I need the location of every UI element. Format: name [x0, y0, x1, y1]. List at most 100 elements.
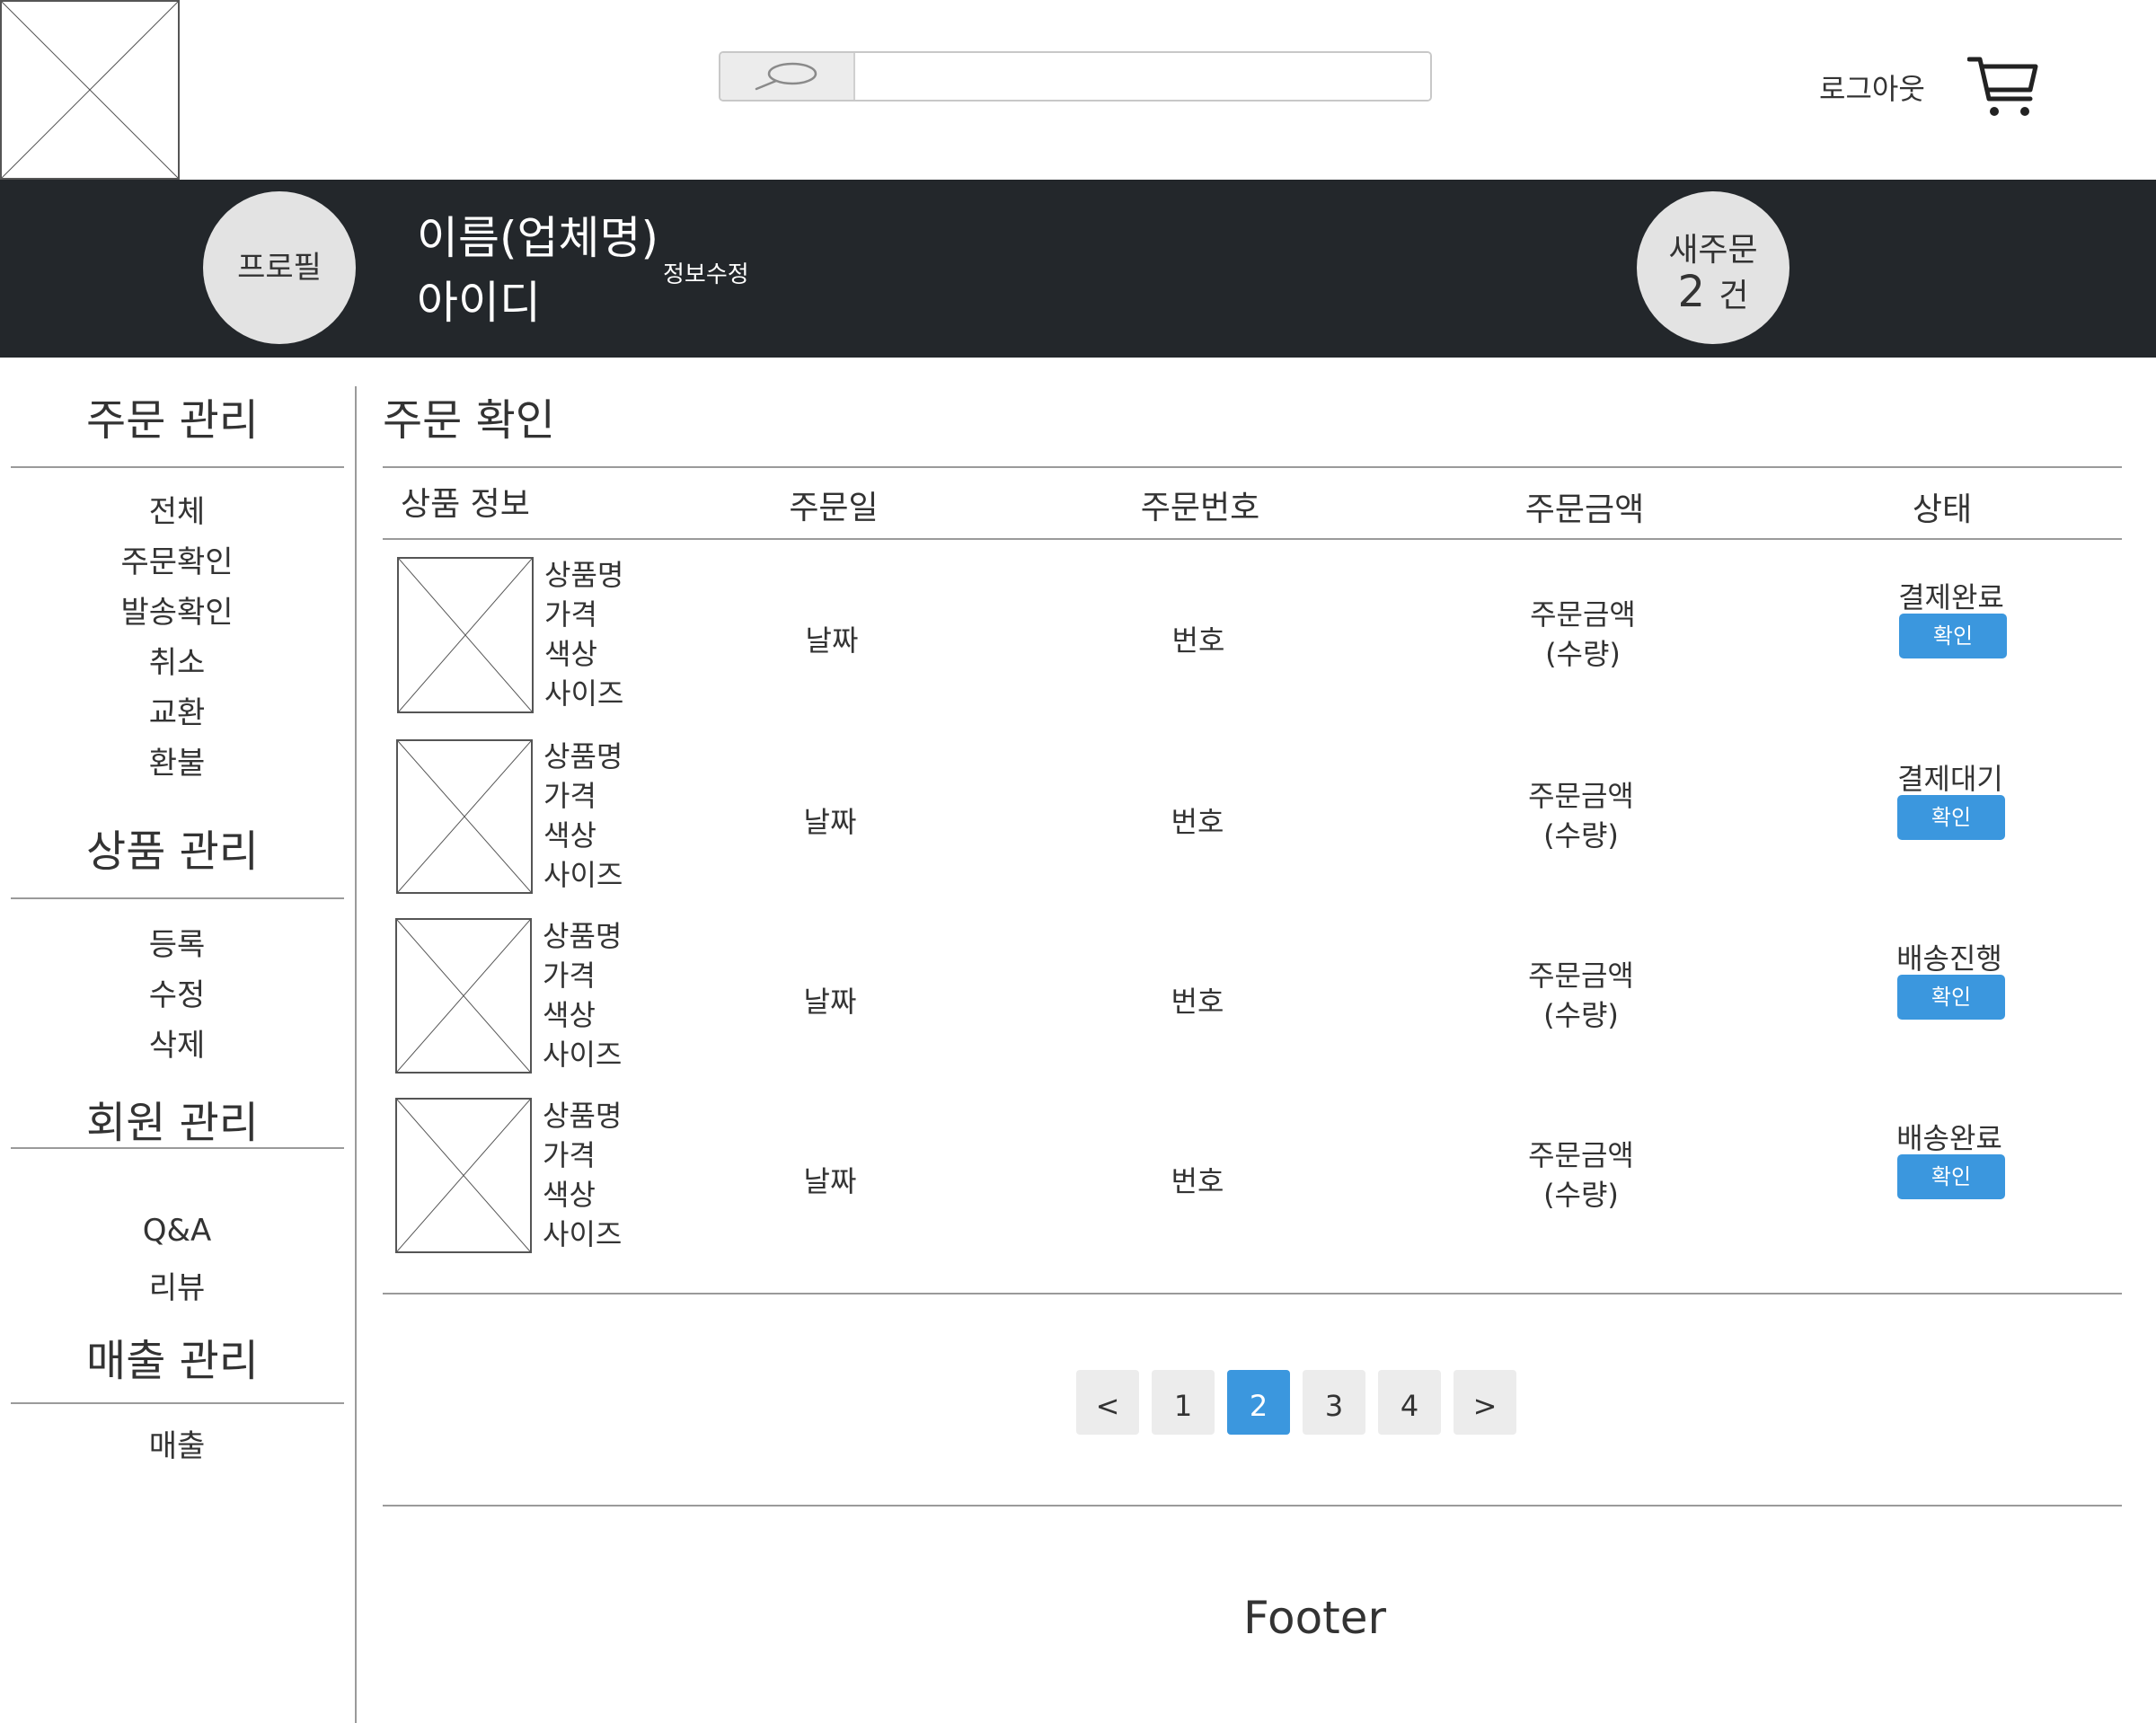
product-size: 사이즈 — [544, 676, 624, 711]
product-name: 상품명 — [543, 919, 623, 953]
confirm-button[interactable]: 확인 — [1897, 795, 2005, 840]
sidebar-divider — [11, 897, 344, 899]
order-amount: 주문금액 (수량) — [1491, 956, 1671, 1035]
sidebar-item-register[interactable]: 등록 — [11, 920, 343, 964]
order-number: 번호 — [1171, 623, 1225, 658]
user-id: 아이디 — [417, 277, 541, 329]
order-date: 날짜 — [803, 985, 857, 1019]
column-header-order-date: 주문일 — [789, 490, 879, 526]
sidebar-item-sales[interactable]: 매출 — [11, 1421, 343, 1465]
order-amount-qty: (수량) — [1545, 637, 1621, 671]
search-bar — [719, 51, 1432, 102]
table-bottom-border — [383, 1293, 2122, 1294]
sidebar-item-refund[interactable]: 환불 — [11, 738, 343, 782]
product-info: 상품명 가격 색상 사이즈 — [543, 916, 622, 1074]
profile-avatar-label: 프로필 — [237, 250, 322, 286]
product-image — [397, 557, 534, 713]
order-number: 번호 — [1171, 1164, 1224, 1198]
sidebar-item-delete[interactable]: 삭제 — [11, 1021, 343, 1065]
product-name: 상품명 — [544, 558, 624, 592]
column-header-order-amount: 주문금액 — [1524, 491, 1645, 528]
product-image — [396, 739, 533, 894]
logo-placeholder[interactable] — [0, 0, 180, 180]
product-color: 색상 — [543, 1178, 596, 1212]
new-orders-count-line: 2 건 — [1637, 267, 1789, 317]
page-next-button[interactable]: > — [1454, 1370, 1516, 1435]
page-prev-button[interactable]: < — [1076, 1370, 1139, 1435]
sidebar-item-order-confirm[interactable]: 주문확인 — [11, 537, 343, 581]
confirm-button[interactable]: 확인 — [1899, 614, 2007, 658]
product-image — [395, 918, 532, 1074]
order-amount: 주문금액 (수량) — [1491, 1135, 1671, 1215]
page-button-2[interactable]: 2 — [1227, 1370, 1290, 1435]
product-name: 상품명 — [543, 739, 623, 773]
order-amount-value: 주문금액 — [1528, 779, 1634, 813]
edit-info-link[interactable]: 정보수정 — [663, 256, 749, 289]
sidebar-title-orders[interactable]: 주문 관리 — [11, 384, 334, 447]
sidebar-title-sales[interactable]: 매출 관리 — [11, 1325, 334, 1388]
new-orders-badge[interactable]: 새주문 2 건 — [1637, 191, 1789, 344]
profile-avatar[interactable]: 프로필 — [203, 191, 356, 344]
product-price: 가격 — [543, 959, 596, 993]
order-status: 결제완료 — [1898, 580, 2004, 614]
order-amount: 주문금액 (수량) — [1491, 776, 1671, 855]
sidebar-separator — [355, 386, 357, 1723]
table-header-border — [383, 538, 2122, 540]
order-amount-value: 주문금액 — [1528, 959, 1634, 993]
new-orders-unit: 건 — [1719, 278, 1749, 314]
order-amount-qty: (수량) — [1543, 998, 1619, 1032]
product-info: 상품명 가격 색상 사이즈 — [544, 555, 623, 713]
order-number: 번호 — [1171, 985, 1224, 1019]
product-price: 가격 — [543, 1138, 596, 1172]
business-name: 이름(업체명) — [417, 212, 659, 264]
confirm-button[interactable]: 확인 — [1897, 1154, 2005, 1199]
order-amount-qty: (수량) — [1543, 818, 1619, 853]
page-title: 주문 확인 — [383, 395, 555, 446]
footer: Footer — [1243, 1592, 1387, 1644]
product-color: 색상 — [544, 637, 597, 671]
product-size: 사이즈 — [543, 1038, 623, 1072]
sidebar-title-products[interactable]: 상품 관리 — [11, 816, 334, 879]
sidebar-divider — [11, 1147, 344, 1149]
column-header-status: 상태 — [1912, 491, 1973, 528]
column-header-order-number: 주문번호 — [1140, 490, 1260, 526]
order-number: 번호 — [1171, 805, 1224, 839]
logout-link[interactable]: 로그아웃 — [1819, 66, 1925, 108]
order-date: 날짜 — [803, 1164, 857, 1198]
order-amount-value: 주문금액 — [1530, 597, 1636, 632]
product-color: 색상 — [543, 998, 596, 1032]
order-amount-value: 주문금액 — [1528, 1138, 1634, 1172]
sidebar-item-review[interactable]: 리뷰 — [11, 1263, 343, 1307]
sidebar-item-all[interactable]: 전체 — [11, 487, 343, 531]
cart-icon[interactable] — [1967, 54, 2039, 121]
new-orders-label: 새주문 — [1668, 232, 1758, 269]
search-button[interactable] — [720, 53, 855, 100]
order-amount: 주문금액 (수량) — [1493, 595, 1673, 674]
order-date: 날짜 — [803, 805, 857, 839]
product-size: 사이즈 — [543, 1217, 623, 1251]
footer-divider — [383, 1505, 2122, 1507]
product-info: 상품명 가격 색상 사이즈 — [543, 1096, 622, 1254]
search-input[interactable] — [857, 53, 1430, 100]
order-status: 결제대기 — [1897, 762, 2003, 796]
sidebar-divider — [11, 1402, 344, 1404]
new-orders-count: 2 — [1677, 267, 1706, 317]
sidebar-title-members[interactable]: 회원 관리 — [11, 1087, 334, 1150]
sidebar-item-qna[interactable]: Q&A — [11, 1213, 343, 1249]
column-header-product-info: 상품 정보 — [401, 486, 530, 523]
page-button-1[interactable]: 1 — [1152, 1370, 1215, 1435]
sidebar-item-cancel[interactable]: 취소 — [11, 638, 343, 682]
sidebar-item-edit[interactable]: 수정 — [11, 970, 343, 1014]
order-status: 배송진행 — [1896, 941, 2002, 976]
sidebar-item-exchange[interactable]: 교환 — [11, 688, 343, 732]
order-amount-qty: (수량) — [1543, 1178, 1619, 1212]
product-image — [395, 1098, 532, 1253]
confirm-button[interactable]: 확인 — [1897, 975, 2005, 1020]
page-button-4[interactable]: 4 — [1378, 1370, 1441, 1435]
order-status: 배송완료 — [1896, 1121, 2002, 1155]
sidebar-divider — [11, 466, 344, 468]
product-price: 가격 — [544, 597, 597, 632]
page-button-3[interactable]: 3 — [1303, 1370, 1365, 1435]
sidebar-item-shipping-confirm[interactable]: 발송확인 — [11, 588, 343, 632]
table-top-border — [383, 466, 2122, 468]
